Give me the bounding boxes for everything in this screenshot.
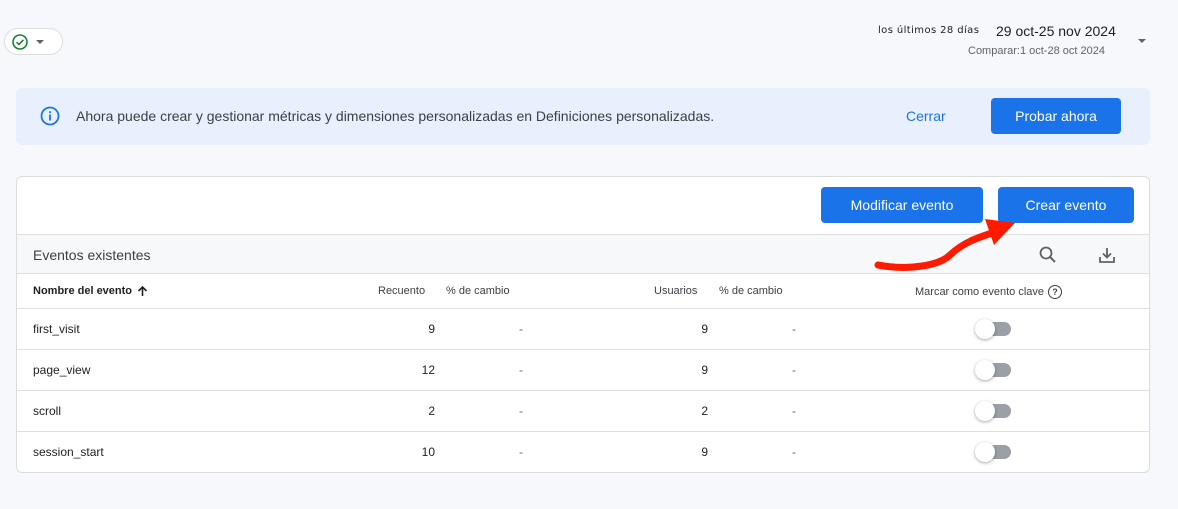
table-header: Nombre del evento Recuento % de cambio U… — [17, 274, 1149, 309]
key-event-toggle[interactable] — [975, 360, 1011, 380]
events-card: Modificar evento Crear evento Eventos ex… — [16, 176, 1150, 473]
date-range-value: 29 oct-25 nov 2024 — [996, 23, 1116, 39]
table-toolbar: Eventos existentes — [17, 234, 1149, 274]
event-name: scroll — [33, 404, 62, 418]
compare-range: Comparar:1 oct-28 oct 2024 — [968, 45, 1105, 57]
check-circle-icon — [12, 33, 28, 50]
info-icon — [40, 106, 60, 126]
help-icon[interactable]: ? — [1048, 285, 1062, 299]
event-users: 2 — [701, 404, 708, 418]
event-count-change: - — [519, 322, 523, 336]
table-row: scroll 2 - 2 - — [17, 391, 1149, 432]
event-count: 2 — [428, 404, 435, 418]
chevron-down-icon — [1138, 39, 1146, 43]
event-users: 9 — [701, 363, 708, 377]
column-header-count[interactable]: Recuento — [378, 285, 425, 297]
column-header-name-label: Nombre del evento — [33, 285, 133, 297]
modify-event-button[interactable]: Modificar evento — [821, 187, 983, 223]
table-row: session_start 10 - 9 - — [17, 432, 1149, 472]
close-banner-button[interactable]: Cerrar — [906, 108, 946, 124]
event-count: 12 — [421, 363, 435, 377]
table-title: Eventos existentes — [33, 247, 151, 263]
chevron-down-icon — [36, 39, 44, 44]
search-icon[interactable] — [1038, 245, 1058, 265]
event-users: 9 — [701, 445, 708, 459]
event-name: session_start — [33, 445, 104, 459]
column-header-count-change[interactable]: % de cambio — [446, 285, 510, 297]
event-users-change: - — [792, 363, 796, 377]
date-range-picker[interactable]: los últimos 28 días 29 oct-25 nov 2024 C… — [848, 20, 1178, 64]
event-users-change: - — [792, 445, 796, 459]
create-event-button[interactable]: Crear evento — [998, 187, 1134, 223]
event-users-change: - — [792, 322, 796, 336]
event-name: first_visit — [33, 322, 80, 336]
event-users: 9 — [701, 322, 708, 336]
key-event-toggle[interactable] — [975, 442, 1011, 462]
banner-message: Ahora puede crear y gestionar métricas y… — [76, 108, 715, 124]
event-count-change: - — [519, 404, 523, 418]
event-count-change: - — [519, 445, 523, 459]
table-row: page_view 12 - 9 - — [17, 350, 1149, 391]
column-header-users-change[interactable]: % de cambio — [719, 285, 783, 297]
date-range-label: los últimos 28 días — [878, 25, 980, 36]
key-event-toggle[interactable] — [975, 401, 1011, 421]
column-header-name[interactable]: Nombre del evento — [33, 285, 148, 297]
download-icon[interactable] — [1097, 245, 1117, 265]
status-dropdown[interactable] — [4, 28, 63, 55]
event-name: page_view — [33, 363, 91, 377]
column-header-key-event: Marcar como evento clave ? — [915, 285, 1062, 299]
event-count: 9 — [428, 322, 435, 336]
table-row: first_visit 9 - 9 - — [17, 309, 1149, 350]
try-now-button[interactable]: Probar ahora — [991, 98, 1121, 134]
event-count-change: - — [519, 363, 523, 377]
arrow-up-icon — [137, 285, 148, 296]
column-header-key-event-label: Marcar como evento clave — [915, 286, 1044, 298]
event-count: 10 — [421, 445, 435, 459]
info-banner: Ahora puede crear y gestionar métricas y… — [16, 88, 1150, 145]
column-header-users[interactable]: Usuarios — [654, 285, 697, 297]
event-users-change: - — [792, 404, 796, 418]
key-event-toggle[interactable] — [975, 319, 1011, 339]
